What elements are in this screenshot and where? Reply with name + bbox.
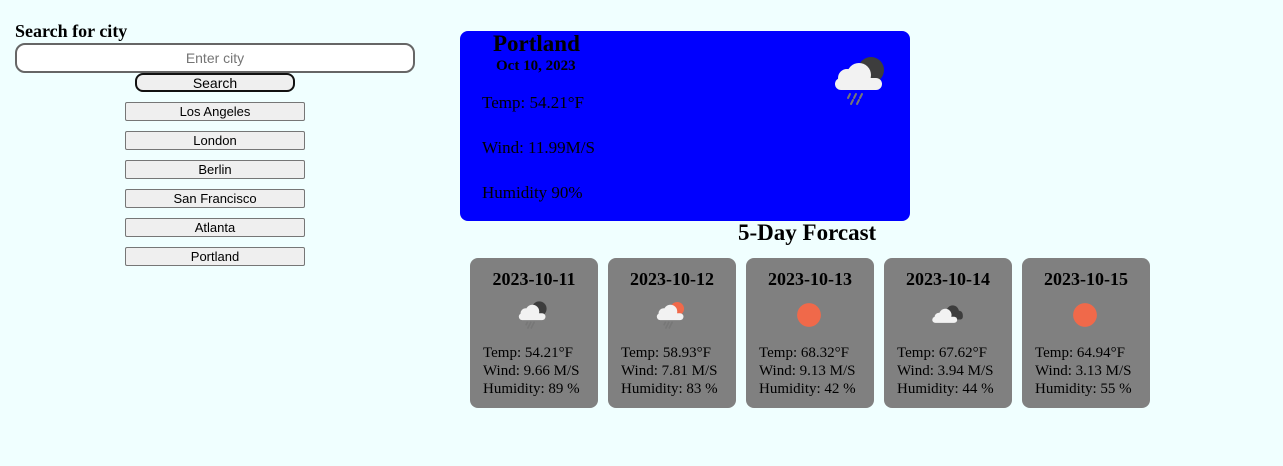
rain-cloud-night-icon (516, 298, 550, 337)
forecast-date: 2023-10-12 (630, 269, 714, 289)
forecast-temp: Temp: 54.21°F (483, 345, 573, 361)
forecast-wind: Wind: 3.13 M/S (1035, 363, 1132, 379)
current-wind: Wind: 11.99M/S (482, 138, 595, 157)
forecast-humidity: Humidity: 83 % (621, 381, 718, 397)
forecast-date: 2023-10-14 (906, 269, 990, 289)
forecast-heading: 5-Day Forcast (738, 220, 877, 245)
current-humidity: Humidity 90% (482, 183, 583, 202)
forecast-date: 2023-10-11 (492, 269, 576, 289)
forecast-humidity: Humidity: 89 % (483, 381, 580, 397)
forecast-card: 2023-10-11 Temp: 54.21°F Wind: 9.66 M/S … (470, 258, 598, 408)
search-button[interactable]: Search (135, 73, 295, 92)
forecast-wind: Wind: 3.94 M/S (897, 363, 994, 379)
broken-clouds-icon (930, 298, 964, 337)
history-city-button[interactable]: San Francisco (125, 189, 305, 208)
current-date: Oct 10, 2023 (496, 58, 576, 74)
current-weather-card: Portland Oct 10, 2023 Temp: 54.21°F Wind… (460, 31, 910, 221)
sun-icon (1068, 298, 1102, 337)
forecast-card: 2023-10-14 Temp: 67.62°F Wind: 3.94 M/S … (884, 258, 1012, 408)
forecast-card: 2023-10-13 Temp: 68.32°F Wind: 9.13 M/S … (746, 258, 874, 408)
search-history-list: Los Angeles London Berlin San Francisco … (125, 102, 305, 276)
forecast-wind: Wind: 7.81 M/S (621, 363, 718, 379)
forecast-temp: Temp: 58.93°F (621, 345, 711, 361)
forecast-card: 2023-10-12 Temp: 58.93°F Wind: 7.81 M/S … (608, 258, 736, 408)
forecast-card: 2023-10-15 Temp: 64.94°F Wind: 3.13 M/S … (1022, 258, 1150, 408)
sun-icon (792, 298, 826, 337)
current-temp: Temp: 54.21°F (482, 93, 584, 112)
history-city-button[interactable]: Los Angeles (125, 102, 305, 121)
forecast-temp: Temp: 64.94°F (1035, 345, 1125, 361)
search-input[interactable] (15, 43, 415, 73)
history-city-button[interactable]: London (125, 131, 305, 150)
forecast-date: 2023-10-15 (1044, 269, 1128, 289)
forecast-humidity: Humidity: 44 % (897, 381, 994, 397)
forecast-temp: Temp: 68.32°F (759, 345, 849, 361)
forecast-humidity: Humidity: 55 % (1035, 381, 1132, 397)
rain-cloud-night-icon (830, 51, 890, 116)
rain-cloud-sun-icon (654, 298, 688, 337)
search-heading: Search for city (15, 21, 128, 41)
history-city-button[interactable]: Portland (125, 247, 305, 266)
forecast-temp: Temp: 67.62°F (897, 345, 987, 361)
forecast-date: 2023-10-13 (768, 269, 852, 289)
history-city-button[interactable]: Atlanta (125, 218, 305, 237)
forecast-wind: Wind: 9.66 M/S (483, 363, 580, 379)
history-city-button[interactable]: Berlin (125, 160, 305, 179)
forecast-wind: Wind: 9.13 M/S (759, 363, 856, 379)
forecast-humidity: Humidity: 42 % (759, 381, 856, 397)
current-city-name: Portland (493, 31, 580, 56)
